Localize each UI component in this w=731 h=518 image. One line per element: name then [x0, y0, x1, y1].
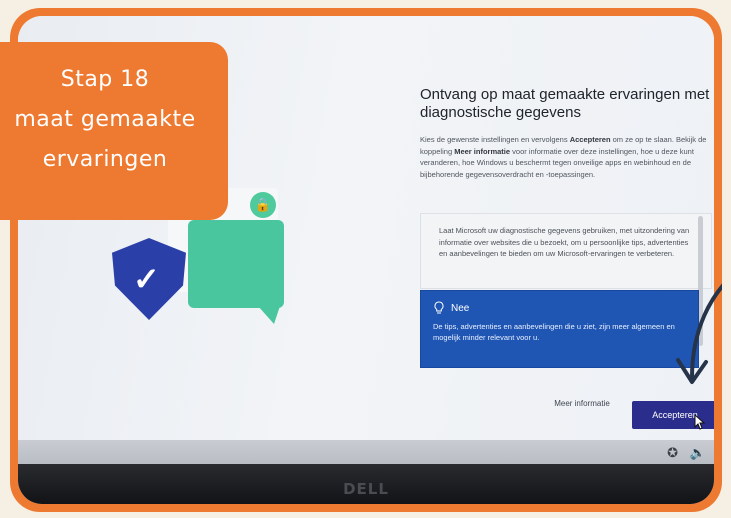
- chat-bubble-tail: [258, 306, 280, 324]
- option-yes[interactable]: Laat Microsoft uw diagnostische gegevens…: [420, 213, 712, 289]
- chat-bubble-illustration: [188, 220, 284, 308]
- step-callout-text: Stap 18 maat gemaakte ervaringen: [0, 60, 210, 180]
- page-title: Ontvang op maat gemaakte ervaringen met …: [420, 86, 710, 121]
- description-accept-ref: Accepteren: [569, 135, 611, 144]
- description-more-info-link[interactable]: Meer informatie: [454, 147, 510, 156]
- callout-line: ervaringen: [42, 147, 168, 172]
- dell-logo: DELL: [343, 480, 389, 498]
- more-info-button[interactable]: Meer informatie: [548, 398, 616, 409]
- callout-line: Stap 18: [60, 67, 150, 92]
- lightbulb-icon: [434, 301, 444, 314]
- cursor-icon: [694, 414, 706, 430]
- callout-line: maat gemaakte: [14, 107, 196, 132]
- arrow-annotation-icon: [676, 283, 722, 384]
- option-yes-text: Laat Microsoft uw diagnostische gegevens…: [439, 226, 690, 258]
- option-no-label: Nee: [451, 302, 470, 314]
- option-no-text: De tips, advertenties en aanbevelingen d…: [433, 322, 675, 342]
- accessibility-icon[interactable]: ✪: [667, 445, 678, 461]
- taskbar: ✪ 🔈: [18, 440, 714, 466]
- page-description: Kies de gewenste instellingen en vervolg…: [420, 134, 710, 180]
- volume-icon[interactable]: 🔈: [690, 445, 706, 461]
- option-no-header: Nee: [433, 301, 469, 315]
- step-callout: Stap 18 maat gemaakte ervaringen: [0, 42, 228, 220]
- laptop-bezel: DELL: [18, 464, 714, 504]
- lock-icon: 🔒: [250, 192, 276, 218]
- description-text: Kies de gewenste instellingen en vervolg…: [420, 135, 570, 144]
- option-no-selected[interactable]: Nee De tips, advertenties en aanbeveling…: [420, 290, 699, 368]
- checkmark-icon: ✓: [133, 261, 160, 297]
